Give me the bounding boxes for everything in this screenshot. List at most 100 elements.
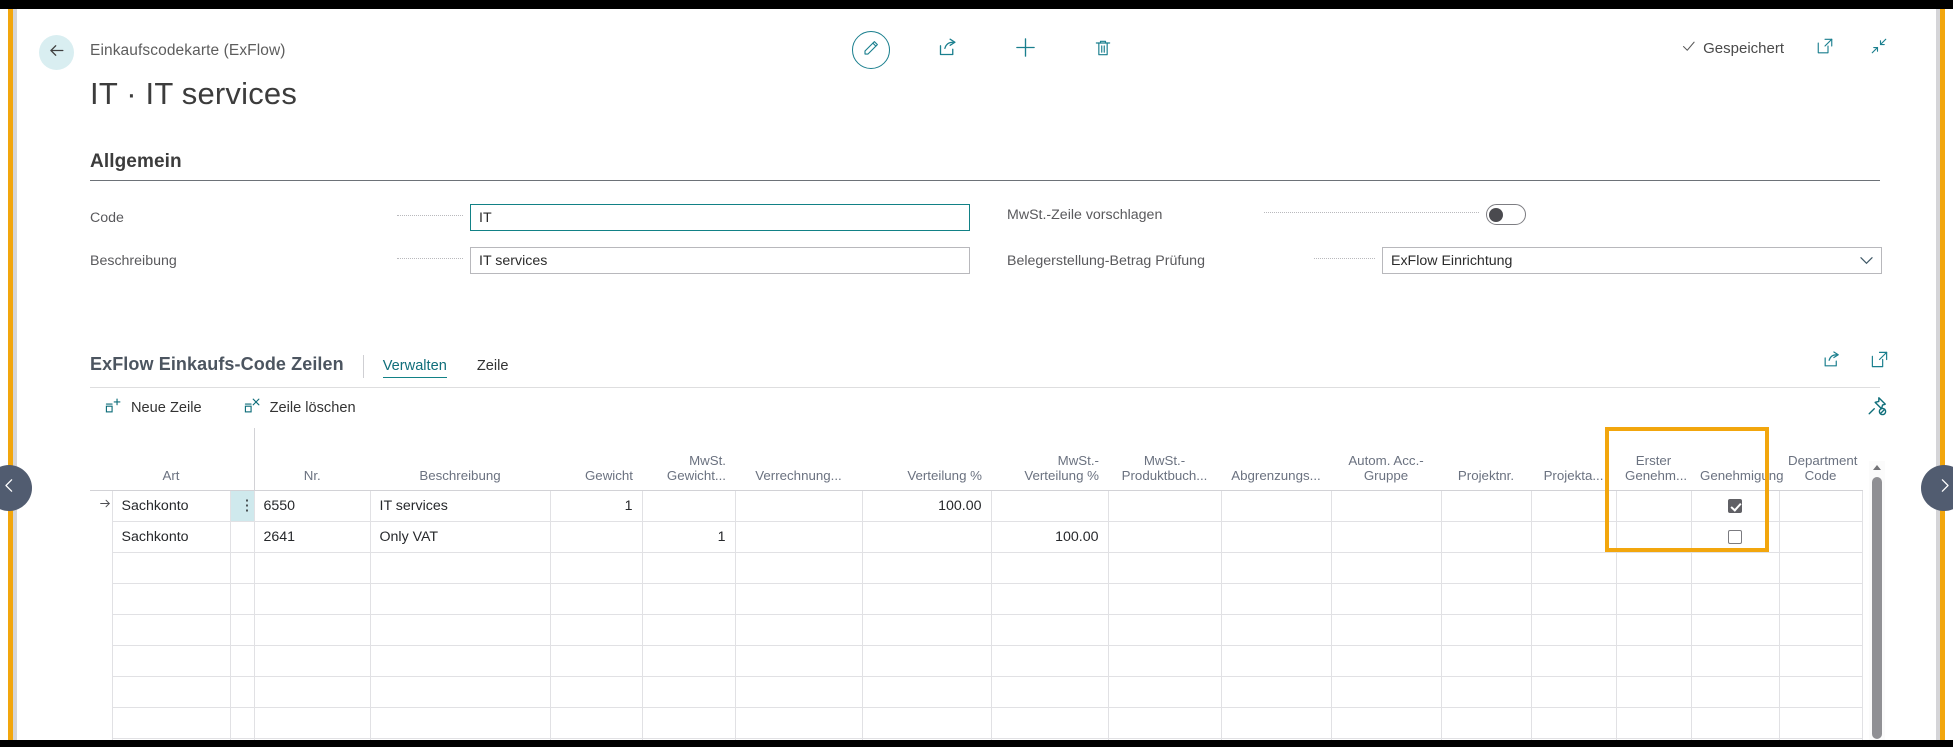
cell-verteilung-prozent[interactable] xyxy=(861,521,992,553)
field-mwst-zeile-label: MwSt.-Zeile vorschlagen xyxy=(1007,206,1163,223)
table-row[interactable]: Sachkonto 2641 Only VAT 1 100.00 xyxy=(90,521,1863,553)
expand-lines-button[interactable] xyxy=(1866,349,1892,375)
col-genehmigung[interactable]: Genehmigung xyxy=(1691,428,1784,491)
cell-autom-acc-gruppe[interactable] xyxy=(1330,521,1442,553)
chevron-left-icon xyxy=(1,477,18,499)
cell-nr[interactable]: 2641 xyxy=(253,521,371,553)
col-erster-genehm[interactable]: Erster Genehm... xyxy=(1616,428,1691,491)
leader-dots xyxy=(1264,212,1479,213)
open-in-new-window-icon xyxy=(1816,37,1834,60)
edit-button[interactable] xyxy=(852,31,890,69)
table-row-empty[interactable] xyxy=(90,676,1863,708)
col-projektnr[interactable]: Projektnr. xyxy=(1441,428,1531,491)
col-autom-acc-gruppe[interactable]: Autom. Acc.- Gruppe xyxy=(1331,428,1441,491)
cell-abgrenzungs[interactable] xyxy=(1220,521,1332,553)
cell-beschreibung[interactable]: Only VAT xyxy=(369,521,551,553)
cell-mwst-produktbuch[interactable] xyxy=(1107,521,1222,553)
cell-mwst-produktbuch[interactable] xyxy=(1107,490,1222,522)
cell-gewicht[interactable]: 1 xyxy=(549,490,643,522)
col-mwst-verteilung-prozent[interactable]: MwSt.- Verteilung % xyxy=(991,428,1108,491)
delete-row-button[interactable]: Zeile löschen xyxy=(244,397,356,418)
cell-nr[interactable]: 6550 xyxy=(253,490,371,522)
new-button[interactable] xyxy=(1004,29,1046,71)
cell-projekta[interactable] xyxy=(1530,521,1617,553)
app-window: Einkaufscodekarte (ExFlow) IT · IT servi… xyxy=(0,0,1953,747)
frame-right-inner xyxy=(1936,9,1940,740)
cell-mwst-verteilung-prozent[interactable] xyxy=(990,490,1109,522)
cell-verrechnung[interactable] xyxy=(734,490,863,522)
col-verteilung-prozent[interactable]: Verteilung % xyxy=(862,428,991,491)
field-code-label: Code xyxy=(90,209,124,226)
cell-autom-acc-gruppe[interactable] xyxy=(1330,490,1442,522)
cell-department-code[interactable] xyxy=(1778,490,1863,522)
row-options-button[interactable]: ⋮ xyxy=(229,490,255,522)
cell-projekta[interactable] xyxy=(1530,490,1617,522)
col-verrechnung[interactable]: Verrechnung... xyxy=(735,428,862,491)
cell-mwst-gewicht[interactable] xyxy=(641,490,736,522)
cell-mwst-gewicht[interactable]: 1 xyxy=(641,521,736,553)
cell-genehmigung[interactable] xyxy=(1690,521,1780,553)
cell-projektnr[interactable] xyxy=(1440,490,1532,522)
row-options-button[interactable] xyxy=(229,521,255,553)
cell-department-code[interactable] xyxy=(1778,521,1863,553)
cell-verrechnung[interactable] xyxy=(734,521,863,553)
cell-beschreibung[interactable]: IT services xyxy=(369,490,551,522)
col-mwst-gewicht[interactable]: MwSt. Gewicht... xyxy=(642,428,735,491)
new-row-button[interactable]: Neue Zeile xyxy=(105,397,202,418)
col-art[interactable]: Art xyxy=(112,428,230,491)
open-in-new-window-button[interactable] xyxy=(1812,35,1838,61)
col-nr[interactable]: Nr. xyxy=(253,428,370,491)
chevron-right-icon xyxy=(1936,477,1953,499)
trash-icon xyxy=(1093,38,1113,63)
general-section-header: Allgemein xyxy=(90,151,1880,181)
page-canvas: Einkaufscodekarte (ExFlow) IT · IT servi… xyxy=(17,9,1936,740)
cell-verteilung-prozent[interactable]: 100.00 xyxy=(861,490,992,522)
field-beschreibung-input[interactable]: IT services xyxy=(470,247,970,274)
table-row-empty[interactable] xyxy=(90,552,1863,584)
table-row[interactable]: Sachkonto ⋮ 6550 IT services 1 100.00 xyxy=(90,490,1863,522)
mwst-zeile-toggle[interactable] xyxy=(1486,204,1526,225)
field-belegerstellung-dropdown[interactable]: ExFlow Einrichtung xyxy=(1382,247,1882,274)
delete-button[interactable] xyxy=(1082,29,1124,71)
genehmigung-checkbox[interactable] xyxy=(1728,529,1742,544)
cell-abgrenzungs[interactable] xyxy=(1220,490,1332,522)
share-button[interactable] xyxy=(926,29,968,71)
cell-art[interactable]: Sachkonto xyxy=(111,521,231,553)
cell-genehmigung[interactable] xyxy=(1690,490,1780,522)
tab-verwalten[interactable]: Verwalten xyxy=(382,358,447,378)
cell-erster-genehm[interactable] xyxy=(1615,521,1692,553)
letterbox-bottom xyxy=(0,740,1953,747)
grid-vertical-scrollbar[interactable] xyxy=(1869,461,1885,740)
table-row-empty[interactable] xyxy=(90,614,1863,646)
delete-row-icon xyxy=(244,397,261,418)
col-mwst-produktbuch[interactable]: MwSt.- Produktbuch... xyxy=(1108,428,1221,491)
field-code-input[interactable]: IT xyxy=(470,204,970,231)
col-department-code[interactable]: Department Code xyxy=(1779,428,1862,491)
unpin-button[interactable] xyxy=(1866,395,1890,419)
col-abgrenzungs[interactable]: Abgrenzungs... xyxy=(1221,428,1331,491)
cell-erster-genehm[interactable] xyxy=(1615,490,1692,522)
col-projekta[interactable]: Projekta... xyxy=(1531,428,1616,491)
col-gewicht[interactable]: Gewicht xyxy=(550,428,642,491)
table-row-empty[interactable] xyxy=(90,738,1863,740)
leader-dots xyxy=(397,215,463,216)
new-row-label: Neue Zeile xyxy=(131,399,202,416)
scrollbar-thumb[interactable] xyxy=(1872,477,1882,739)
lines-grid: Art Nr. Beschreibung Gewicht MwSt. Gewic… xyxy=(90,428,1880,740)
tab-zeile[interactable]: Zeile xyxy=(477,358,509,377)
collapse-button[interactable] xyxy=(1866,35,1892,61)
cell-gewicht[interactable] xyxy=(549,521,643,553)
col-beschreibung[interactable]: Beschreibung xyxy=(370,428,550,491)
saved-status: Gespeichert xyxy=(1681,39,1784,58)
back-button[interactable] xyxy=(39,35,74,70)
share-lines-button[interactable] xyxy=(1818,349,1844,375)
table-row-empty[interactable] xyxy=(90,583,1863,615)
table-row-empty[interactable] xyxy=(90,645,1863,677)
genehmigung-checkbox[interactable] xyxy=(1728,498,1742,513)
table-row-empty[interactable] xyxy=(90,707,1863,739)
scroll-up-arrow-icon[interactable] xyxy=(1873,465,1881,470)
cell-projektnr[interactable] xyxy=(1440,521,1532,553)
cell-art[interactable]: Sachkonto xyxy=(111,490,231,522)
cell-mwst-verteilung-prozent[interactable]: 100.00 xyxy=(990,521,1109,553)
top-bar: Einkaufscodekarte (ExFlow) IT · IT servi… xyxy=(17,9,1936,111)
